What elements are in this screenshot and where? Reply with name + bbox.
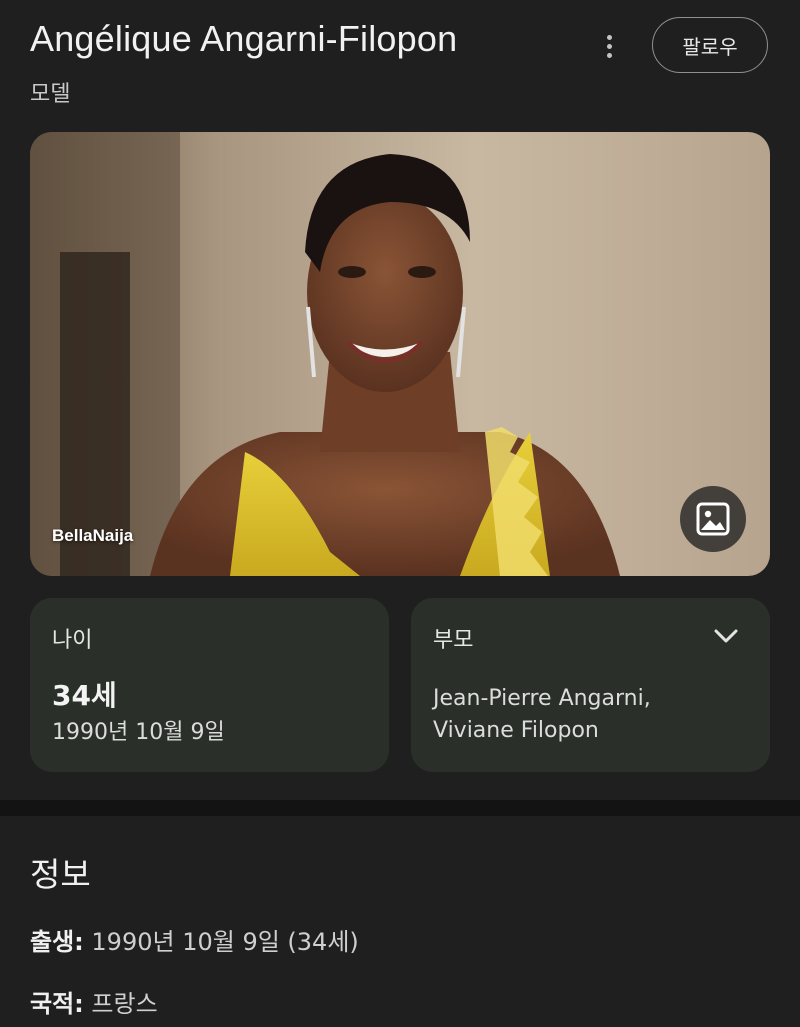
image-credit: BellaNaija: [52, 526, 134, 545]
portrait-image: [30, 132, 770, 576]
entity-title: Angélique Angarni-Filopon: [30, 18, 458, 59]
section-divider: [0, 800, 800, 816]
entity-subtitle: 모델: [30, 82, 71, 107]
age-card[interactable]: 나이 34세 1990년 10월 9일: [30, 598, 389, 772]
age-value: 34세: [52, 679, 117, 712]
parents-card[interactable]: 부모 Jean-Pierre Angarni, Viviane Filopon: [411, 598, 770, 772]
parent-name-1: Jean-Pierre Angarni,: [433, 686, 651, 711]
fact-nationality-key: 국적:: [30, 990, 84, 1018]
image-icon: [696, 502, 730, 536]
birth-date: 1990년 10월 9일: [52, 720, 225, 745]
follow-button[interactable]: 팔로우: [652, 17, 768, 73]
kebab-more-icon[interactable]: [596, 28, 622, 64]
fact-nationality: 국적: 프랑스: [30, 984, 158, 1019]
image-gallery-icon[interactable]: [680, 486, 746, 552]
age-label: 나이: [52, 628, 93, 653]
fact-born-value: 1990년 10월 9일 (34세): [91, 928, 359, 956]
fact-born: 출생: 1990년 10월 9일 (34세): [30, 922, 359, 957]
parent-name-2: Viviane Filopon: [433, 718, 599, 743]
about-section-title: 정보: [30, 855, 91, 894]
parents-label: 부모: [433, 628, 474, 653]
chevron-down-icon[interactable]: [713, 628, 739, 648]
fact-nationality-value[interactable]: 프랑스: [91, 990, 157, 1018]
entity-photo[interactable]: BellaNaija: [30, 132, 770, 576]
knowledge-panel-header: Angélique Angarni-Filopon 모델 팔로우: [0, 0, 800, 120]
fact-born-key: 출생:: [30, 928, 84, 956]
